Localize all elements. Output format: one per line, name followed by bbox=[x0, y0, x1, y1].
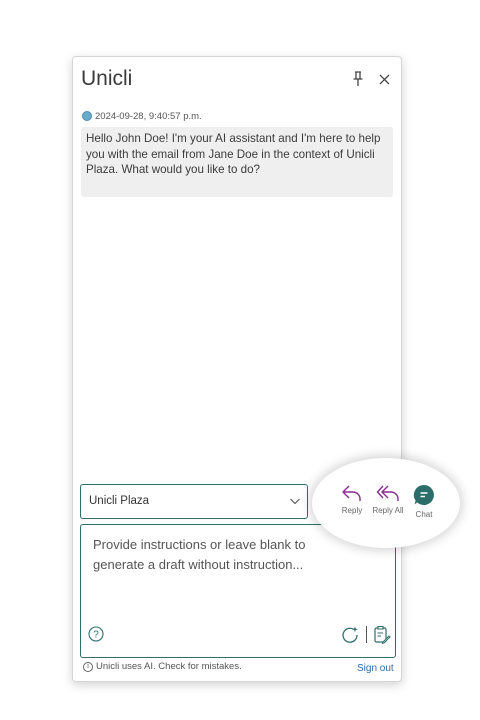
reply-icon bbox=[342, 485, 361, 501]
toolbar-divider bbox=[366, 626, 367, 643]
actions-callout: Reply Reply All Chat bbox=[312, 458, 460, 548]
draft-icon bbox=[374, 625, 391, 645]
reply-button[interactable]: Reply bbox=[332, 484, 372, 515]
assistant-avatar-icon bbox=[82, 111, 92, 121]
reply-all-label: Reply All bbox=[372, 506, 404, 515]
instructions-input[interactable]: Provide instructions or leave blank to g… bbox=[80, 524, 396, 658]
context-select-value: Unicli Plaza bbox=[89, 495, 150, 507]
pin-button[interactable] bbox=[349, 69, 367, 89]
ai-disclaimer-text: Unicli uses AI. Check for mistakes. bbox=[96, 661, 242, 672]
info-icon: i bbox=[83, 661, 93, 672]
message-meta: 2024-09-28, 9:40:57 p.m. bbox=[82, 109, 202, 123]
pin-icon bbox=[353, 71, 363, 86]
assistant-panel: Unicli 2024-09-28, 9:40:57 p.m. Hello Jo… bbox=[72, 56, 402, 682]
assistant-message: Hello John Doe! I'm your AI assistant an… bbox=[81, 127, 393, 197]
message-timestamp: 2024-09-28, 9:40:57 p.m. bbox=[95, 110, 202, 122]
page-title: Unicli bbox=[81, 67, 133, 90]
ai-disclaimer: i Unicli uses AI. Check for mistakes. bbox=[83, 661, 242, 672]
regenerate-button[interactable] bbox=[340, 625, 360, 645]
reply-all-button[interactable]: Reply All bbox=[368, 484, 408, 515]
chat-label: Chat bbox=[415, 510, 433, 519]
svg-text:?: ? bbox=[93, 630, 99, 641]
draft-button[interactable] bbox=[373, 625, 391, 645]
close-icon bbox=[379, 74, 389, 84]
panel-header: Unicli bbox=[73, 57, 401, 101]
reply-all-icon bbox=[376, 485, 399, 501]
chat-icon bbox=[413, 484, 434, 505]
reply-label: Reply bbox=[341, 506, 363, 515]
chat-button[interactable]: Chat bbox=[404, 484, 444, 519]
chevron-down-icon bbox=[290, 498, 300, 505]
context-select[interactable]: Unicli Plaza bbox=[80, 484, 308, 519]
close-button[interactable] bbox=[375, 69, 393, 89]
instructions-placeholder: Provide instructions or leave blank to g… bbox=[93, 537, 306, 572]
sign-out-link[interactable]: Sign out bbox=[357, 663, 394, 674]
help-button[interactable]: ? bbox=[88, 626, 104, 642]
sparkle-refresh-icon bbox=[342, 626, 358, 643]
help-icon: ? bbox=[88, 626, 104, 642]
